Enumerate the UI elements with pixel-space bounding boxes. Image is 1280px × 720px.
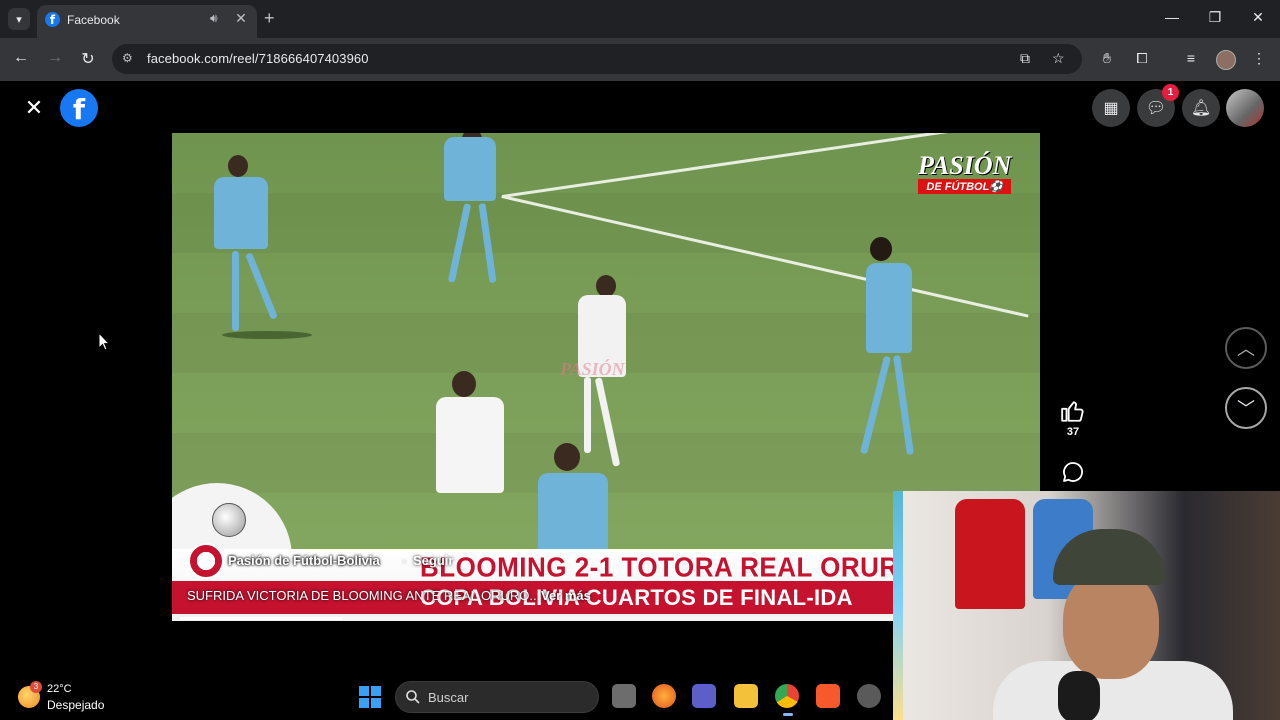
tab-title: Facebook <box>67 13 120 27</box>
menu-grid-icon[interactable]: ▦ <box>1092 89 1130 127</box>
forward-arrow-right-icon[interactable]: → <box>45 49 65 67</box>
browser-menu-kebab-icon[interactable]: ⋮ <box>1250 50 1268 67</box>
video-watermark: PASIÓN <box>560 359 625 379</box>
new-tab-plus-icon[interactable]: + <box>264 8 275 29</box>
browser-toolbar: ← → ↻ ⚙︎ facebook.com/reel/7186664074039… <box>0 38 1280 81</box>
chrome-active-indicator <box>783 713 793 716</box>
channel-logo-overlay: PASIÓN DE FÚTBOL⚽ <box>918 151 1012 194</box>
browser-tab-bar: ▾ f Facebook 🔊︎ ✕ + — ❐ ✕ <box>0 0 1280 38</box>
weather-temperature[interactable]: 22°C <box>47 683 72 695</box>
media-controls-icon[interactable]: ≡ <box>1182 50 1200 66</box>
led-strip <box>893 491 903 720</box>
see-more-link[interactable]: Ver más <box>541 588 591 603</box>
install-icon[interactable]: ⧉ <box>1020 50 1030 67</box>
task-view-icon[interactable] <box>612 684 636 708</box>
separator-dot: · <box>402 553 407 568</box>
red-jersey <box>955 499 1025 609</box>
page-name-link[interactable]: Pasión de Fútbol-Bolivia <box>228 553 380 568</box>
follow-button[interactable]: Seguir <box>413 553 453 568</box>
weather-badge: 3 <box>30 681 42 693</box>
file-explorer-icon[interactable] <box>734 684 758 708</box>
back-arrow-left-icon[interactable]: ← <box>11 49 31 67</box>
restore-icon[interactable]: ❐ <box>1206 9 1224 26</box>
next-reel-chevron-down-icon[interactable]: ﹀ <box>1225 387 1267 429</box>
search-placeholder: Buscar <box>428 690 469 705</box>
facebook-favicon-icon: f <box>45 12 60 27</box>
facebook-logo-icon[interactable]: f <box>60 89 98 127</box>
site-info-tune-icon[interactable]: ⚙︎ <box>122 51 133 65</box>
previous-reel-chevron-up-icon[interactable]: ︿ <box>1225 327 1267 369</box>
messenger-badge: 1 <box>1162 84 1179 101</box>
like-count: 37 <box>1066 426 1080 438</box>
close-reel-icon[interactable]: ✕ <box>22 96 46 120</box>
address-bar[interactable]: ⚙︎ facebook.com/reel/718666407403960 ⧉ ☆ <box>112 44 1082 74</box>
minimize-icon[interactable]: — <box>1163 9 1181 25</box>
brave-icon[interactable] <box>816 684 840 708</box>
browser-profile-avatar[interactable] <box>1216 50 1236 70</box>
weather-description[interactable]: Despejado <box>47 698 104 712</box>
streamer-face <box>1063 569 1159 679</box>
notifications-bell-icon[interactable]: 🔔︎ <box>1182 89 1220 127</box>
windows-start-icon[interactable] <box>359 686 381 708</box>
mouse-cursor-icon <box>98 332 110 351</box>
like-thumbs-up-icon[interactable] <box>1060 398 1086 424</box>
brand-title: PASIÓN <box>918 151 1012 180</box>
account-avatar[interactable] <box>1226 89 1264 127</box>
speaker-icon[interactable]: 🔊︎ <box>210 11 218 26</box>
reel-caption: SUFRIDA VICTORIA DE BLOOMING ANTE REAL O… <box>187 588 541 603</box>
microphone <box>1058 671 1100 720</box>
tab-facebook[interactable]: f Facebook 🔊︎ ✕ <box>37 5 257 38</box>
mascot-ball-icon <box>212 503 246 537</box>
chrome-icon[interactable] <box>775 684 799 708</box>
page-avatar[interactable] <box>188 543 224 579</box>
extensions-puzzle-icon[interactable]: ⧠ <box>1133 50 1151 67</box>
window-close-icon[interactable]: ✕ <box>1249 9 1267 26</box>
bookmark-star-icon[interactable]: ☆ <box>1052 50 1065 67</box>
comment-icon[interactable] <box>1061 460 1085 484</box>
url-text[interactable]: facebook.com/reel/718666407403960 <box>147 51 369 66</box>
score-banner-line1: BLOOMING 2-1 TOTORA REAL ORURO <box>420 551 920 583</box>
reload-icon[interactable]: ↻ <box>78 49 98 69</box>
tab-list-chevron-down-icon[interactable]: ▾ <box>8 8 30 30</box>
tab-close-icon[interactable]: ✕ <box>233 10 249 26</box>
webcam-overlay <box>893 491 1280 720</box>
teams-icon[interactable] <box>692 684 716 708</box>
firefox-icon[interactable] <box>652 684 676 708</box>
extension-hand-icon[interactable]: ✋︎ <box>1098 50 1116 67</box>
video-progress-fill <box>180 617 342 620</box>
watermark-text: PASIÓN <box>560 359 625 379</box>
obs-icon[interactable] <box>857 684 881 708</box>
taskbar-search-input[interactable]: Buscar <box>395 681 599 713</box>
search-icon <box>406 690 420 704</box>
brand-subtitle: DE FÚTBOL⚽ <box>918 179 1012 194</box>
